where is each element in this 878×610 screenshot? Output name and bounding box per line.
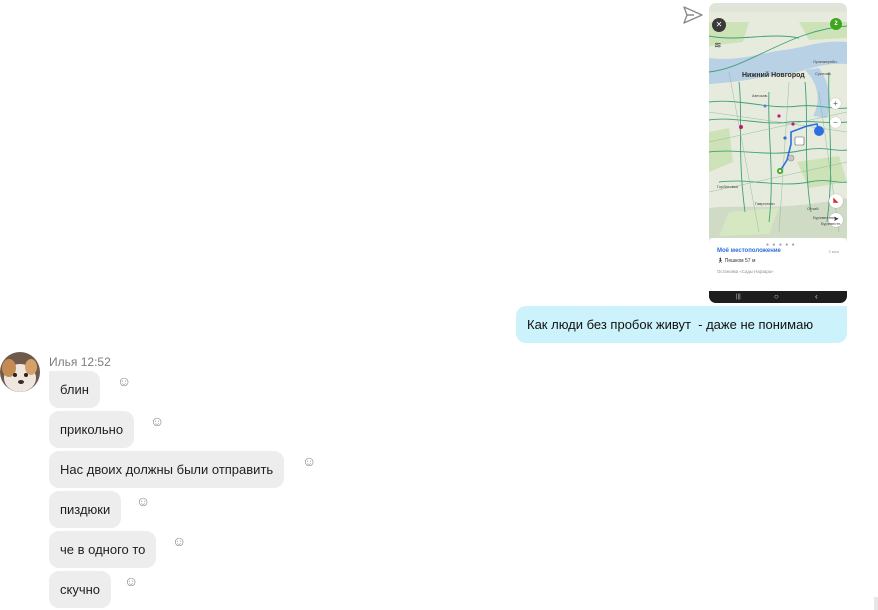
home-icon: ○ <box>774 292 779 301</box>
back-icon: ‹ <box>815 292 818 301</box>
zoom-in-button[interactable]: + <box>830 98 841 109</box>
phone-nav-bar: ||| ○ ‹ <box>709 291 847 303</box>
map-label: Буревестник <box>813 215 837 220</box>
map-label: Автозав. <box>752 93 768 98</box>
close-map-button[interactable]: ✕ <box>712 18 726 32</box>
shared-map-screenshot[interactable]: ✕ 2 ≋ Нижний Новгород + − ◣ ➤ Автозав. Г… <box>709 3 847 303</box>
map-badge: 2 <box>830 18 842 30</box>
sender-line: Илья 12:52 <box>49 355 111 369</box>
incoming-message[interactable]: че в одного то <box>49 531 157 568</box>
map-label: Буревестн. <box>821 221 842 226</box>
location-sheet: ● ● ● ● ● Моё местоположение 3 мин 🚶︎ Пе… <box>709 238 847 291</box>
map-city-label: Нижний Новгород <box>742 72 805 79</box>
send-arrow-icon[interactable] <box>682 5 704 25</box>
incoming-message[interactable]: блин <box>49 371 100 408</box>
map-image <box>709 12 847 238</box>
sender-name[interactable]: Илья <box>49 355 77 369</box>
sheet-stop: Остановка «Сады Нарзара» <box>717 269 774 274</box>
avatar[interactable] <box>0 352 40 392</box>
incoming-message[interactable]: Нас двоих должны были отправить <box>49 451 285 488</box>
map-label: Горбатовка <box>717 184 738 189</box>
map-label: Суслова <box>815 71 831 76</box>
outgoing-message[interactable]: Как люди без пробок живут - даже не пони… <box>516 306 847 343</box>
reaction-smiley-icon[interactable]: ☺ <box>124 574 138 588</box>
map-label: Отчий <box>807 206 819 211</box>
message-time: 12:52 <box>80 355 111 369</box>
recent-apps-icon: ||| <box>736 294 741 300</box>
sheet-time: 3 мин <box>828 249 839 254</box>
incoming-message[interactable]: прикольно <box>49 411 135 448</box>
sheet-walk: 🚶︎ Пешком 57 м <box>717 258 755 264</box>
sheet-walk-text: Пешком 57 м <box>724 258 756 264</box>
reaction-smiley-icon[interactable]: ☺ <box>302 454 316 468</box>
map-label: Гаврилово <box>755 201 775 206</box>
reaction-smiley-icon[interactable]: ☺ <box>172 534 186 548</box>
zoom-out-button[interactable]: − <box>830 117 841 128</box>
sheet-title: Моё местоположение <box>717 248 781 254</box>
incoming-message[interactable]: пиздюки <box>49 491 122 528</box>
phone-status-bar <box>709 3 847 12</box>
reaction-smiley-icon[interactable]: ☺ <box>136 494 150 508</box>
map-label: Оранжерейн. <box>813 59 838 64</box>
incoming-message[interactable]: скучно <box>49 571 112 608</box>
layers-icon[interactable]: ≋ <box>714 40 722 51</box>
compass-icon[interactable]: ◣ <box>829 194 843 208</box>
reaction-smiley-icon[interactable]: ☺ <box>150 414 164 428</box>
walk-icon: 🚶︎ <box>717 258 724 264</box>
scrollbar[interactable] <box>874 597 878 610</box>
reaction-smiley-icon[interactable]: ☺ <box>117 374 131 388</box>
